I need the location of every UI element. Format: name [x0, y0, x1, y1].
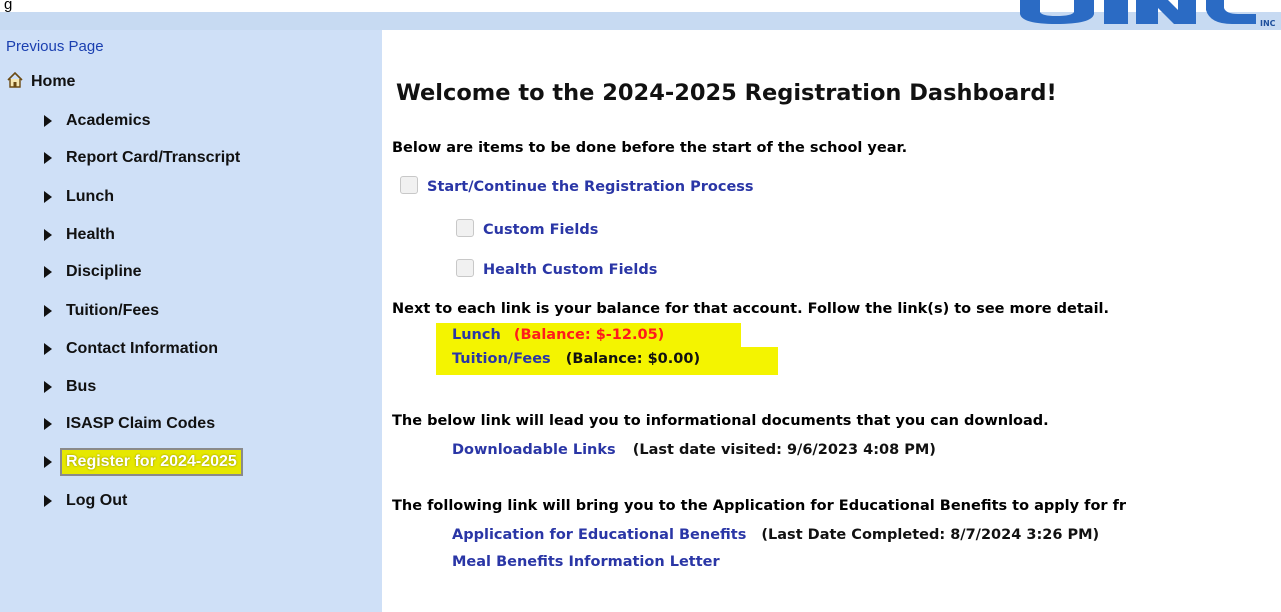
intro-text: Below are items to be done before the st…: [392, 140, 908, 156]
triangle-right-icon: [44, 456, 52, 468]
sidebar-item-label: Home: [31, 73, 76, 90]
health-custom-fields-checkbox[interactable]: [456, 259, 474, 277]
balance-intro: Next to each link is your balance for th…: [392, 301, 1110, 317]
sidebar-item-register[interactable]: Register for 2024-2025: [44, 448, 243, 476]
meal-letter-row: Meal Benefits Information Letter: [452, 554, 720, 570]
tuition-balance-row: Tuition/Fees (Balance: $0.00): [436, 347, 778, 375]
triangle-right-icon: [44, 115, 52, 127]
triangle-right-icon: [44, 191, 52, 203]
triangle-right-icon: [44, 266, 52, 278]
triangle-right-icon: [44, 343, 52, 355]
tuition-balance-link[interactable]: Tuition/Fees: [452, 351, 551, 367]
registration-checkbox[interactable]: [400, 176, 418, 194]
health-custom-fields-link[interactable]: Health Custom Fields: [483, 262, 657, 278]
downloadable-links-link[interactable]: Downloadable Links: [452, 442, 616, 458]
custom-fields-link[interactable]: Custom Fields: [483, 222, 598, 238]
sidebar-item-label: Contact Information: [66, 340, 218, 357]
highlighted-item: Register for 2024-2025: [60, 448, 243, 476]
triangle-right-icon: [44, 152, 52, 164]
sidebar-item-bus[interactable]: Bus: [44, 374, 96, 400]
sidebar-item-label: Academics: [66, 112, 151, 129]
task-registration[interactable]: Start/Continue the Registration Process: [400, 176, 754, 195]
sidebar-item-log-out[interactable]: Log Out: [44, 488, 127, 514]
task-custom-fields[interactable]: Custom Fields: [456, 219, 598, 238]
sidebar-item-discipline[interactable]: Discipline: [44, 259, 142, 285]
lunch-balance-link[interactable]: Lunch: [452, 327, 501, 343]
sidebar-item-label: Log Out: [66, 492, 128, 509]
registration-link[interactable]: Start/Continue the Registration Process: [427, 179, 754, 195]
sidebar-item-academics[interactable]: Academics: [44, 108, 151, 134]
sidebar-item-label: Register for 2024-2025: [66, 453, 237, 470]
top-header: g INC: [0, 0, 1281, 30]
sidebar-item-label: Tuition/Fees: [66, 302, 160, 319]
svg-text:INC: INC: [1260, 19, 1276, 28]
triangle-right-icon: [44, 229, 52, 241]
sidebar-item-label: Lunch: [66, 188, 114, 205]
lunch-balance-row: Lunch (Balance: $-12.05): [436, 323, 741, 347]
documents-intro: The below link will lead you to informat…: [392, 413, 1049, 429]
sidebar-item-home[interactable]: Home: [6, 71, 75, 93]
sidebar-item-tuition-fees[interactable]: Tuition/Fees: [44, 298, 159, 324]
triangle-right-icon: [44, 305, 52, 317]
tuition-balance: (Balance: $0.00): [565, 351, 701, 367]
lunch-balance: (Balance: $-12.05): [513, 327, 665, 343]
triangle-right-icon: [44, 381, 52, 393]
sidebar-item-label: Discipline: [66, 263, 142, 280]
sidebar-item-health[interactable]: Health: [44, 222, 115, 248]
sidebar-item-label: Health: [66, 226, 115, 243]
meal-benefits-letter-link[interactable]: Meal Benefits Information Letter: [452, 554, 720, 570]
sidebar-item-label: Bus: [66, 378, 97, 395]
triangle-right-icon: [44, 418, 52, 430]
custom-fields-checkbox[interactable]: [456, 219, 474, 237]
sidebar: Previous Page Home Academics Report Card…: [0, 30, 382, 612]
sidebar-item-contact-information[interactable]: Contact Information: [44, 336, 218, 362]
educational-benefits-link[interactable]: Application for Educational Benefits: [452, 527, 746, 543]
downloadable-last-visited: (Last date visited: 9/6/2023 4:08 PM): [632, 442, 936, 458]
sidebar-item-report-card[interactable]: Report Card/Transcript: [44, 145, 240, 171]
benefits-row: Application for Educational Benefits (La…: [452, 527, 1099, 543]
task-health-custom-fields[interactable]: Health Custom Fields: [456, 259, 657, 278]
triangle-right-icon: [44, 495, 52, 507]
benefits-intro: The following link will bring you to the…: [392, 498, 1127, 514]
benefits-last-completed: (Last Date Completed: 8/7/2024 3:26 PM): [761, 527, 1100, 543]
sidebar-item-label: Report Card/Transcript: [66, 149, 241, 166]
page-title: Welcome to the 2024-2025 Registration Da…: [396, 80, 1057, 106]
sidebar-item-isasp-claim-codes[interactable]: ISASP Claim Codes: [44, 411, 215, 437]
sidebar-item-label: ISASP Claim Codes: [66, 415, 216, 432]
sidebar-item-lunch[interactable]: Lunch: [44, 184, 114, 210]
main-content: Welcome to the 2024-2025 Registration Da…: [382, 30, 1281, 612]
home-icon: [6, 71, 24, 93]
previous-page-link[interactable]: Previous Page: [6, 38, 104, 55]
downloadable-row: Downloadable Links (Last date visited: 9…: [452, 442, 936, 458]
company-logo: INC: [1018, 0, 1281, 30]
